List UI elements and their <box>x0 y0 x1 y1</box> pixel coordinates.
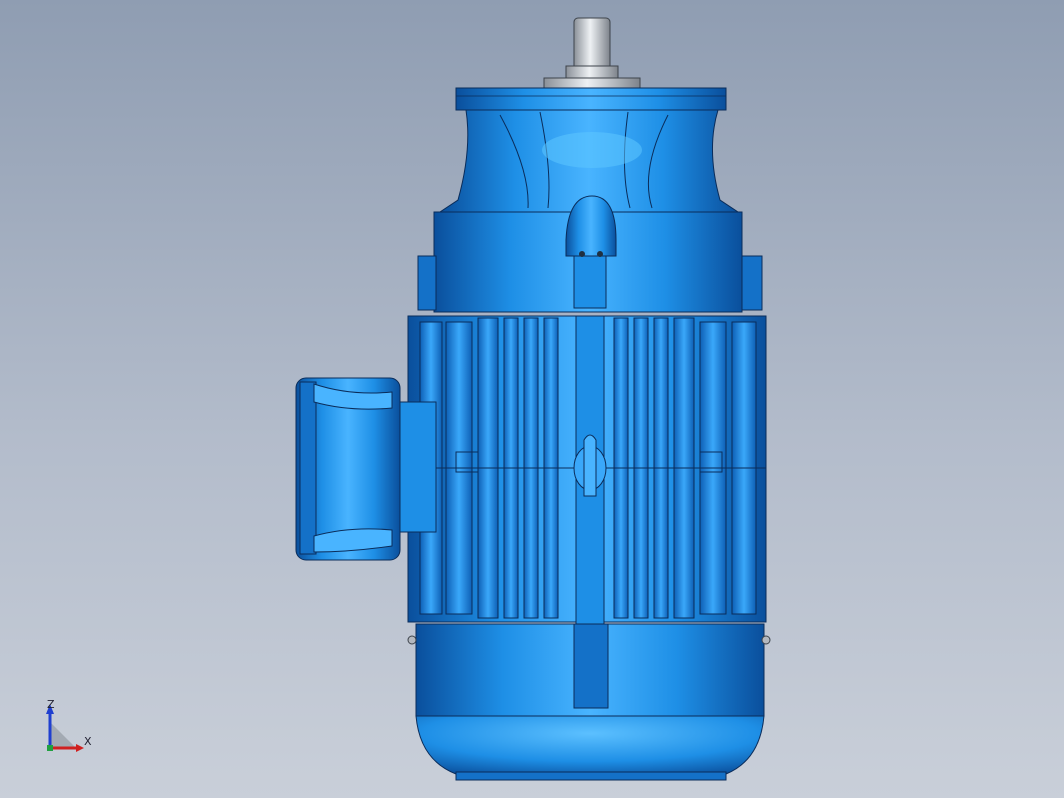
graphics-viewport[interactable]: Z X <box>0 0 1064 798</box>
lower-housing[interactable] <box>407 623 771 781</box>
upper-endshield[interactable] <box>417 195 763 313</box>
shaft[interactable] <box>543 17 641 89</box>
top-flange[interactable] <box>455 87 727 111</box>
z-axis-label: Z <box>47 698 55 711</box>
stator-frame[interactable] <box>407 315 767 625</box>
coordinate-triad <box>46 704 84 752</box>
motor-model[interactable] <box>0 0 1064 798</box>
x-axis-label: X <box>84 735 92 748</box>
